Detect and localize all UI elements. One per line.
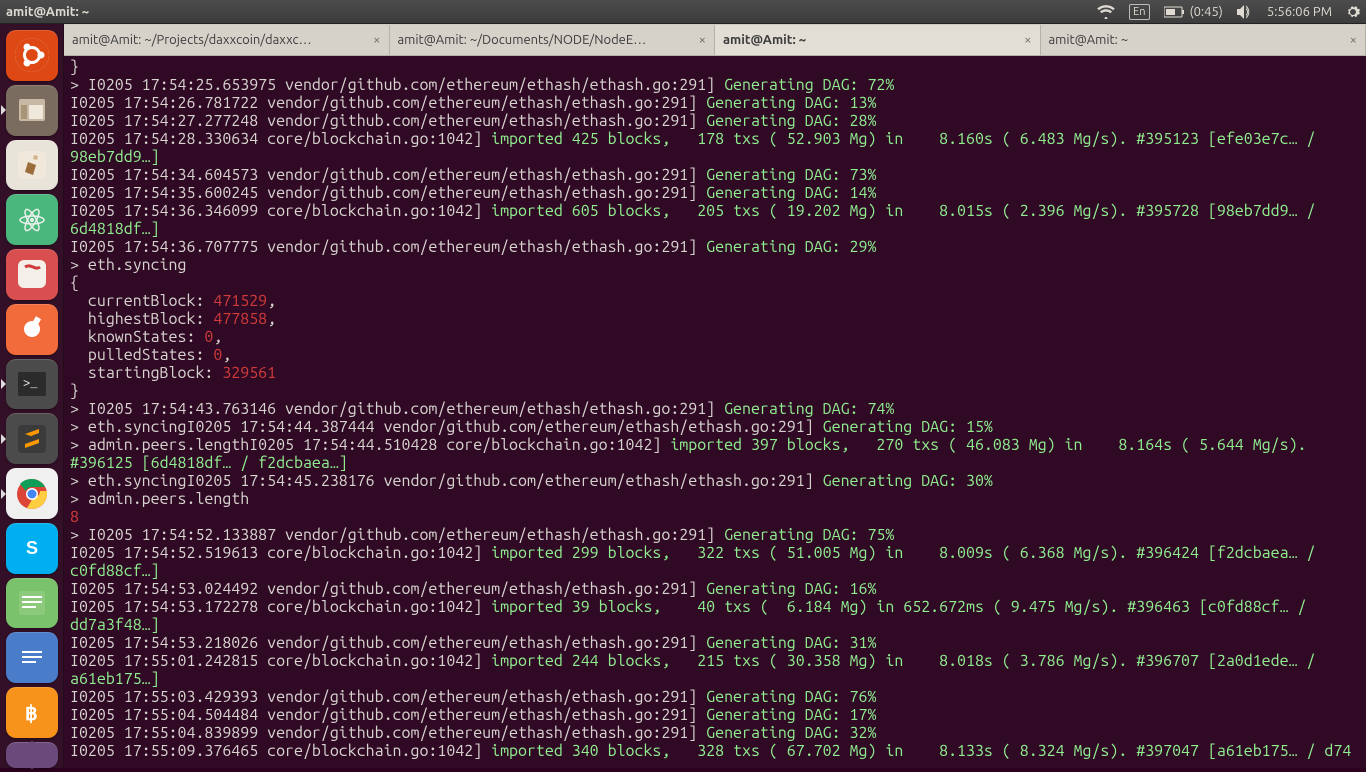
launcher-bitcoin[interactable]: ฿ [6,687,58,738]
svg-text:>_: >_ [23,377,38,391]
running-indicator-icon [1,434,6,444]
launcher-gedit[interactable] [6,140,58,191]
terminal-output[interactable]: } > I0205 17:54:25.653975 vendor/github.… [64,56,1366,768]
svg-text:฿: ฿ [25,703,38,725]
launcher-skype[interactable]: S [6,523,58,574]
settings-gear-icon[interactable] [1346,5,1360,19]
launcher-terminal[interactable]: >_ [6,359,58,410]
close-icon[interactable]: × [1350,33,1357,47]
terminal-tab-0[interactable]: amit@Amit: ~/Projects/daxxcoin/daxxc… × [64,25,390,55]
terminal-tab-3[interactable]: amit@Amit: ~ × [1041,25,1366,55]
launcher-postman[interactable] [6,304,58,355]
launcher-sublime[interactable] [6,413,58,464]
launcher-dev1[interactable] [6,742,58,768]
launcher-chrome[interactable] [6,468,58,519]
running-indicator-icon [1,105,6,115]
svg-text:S: S [26,538,38,558]
tab-label: amit@Amit: ~/Documents/NODE/NodeE… [398,33,693,47]
tab-label: amit@Amit: ~ [723,33,1018,47]
tab-label: amit@Amit: ~ [1049,33,1344,47]
close-icon[interactable]: × [1024,33,1031,47]
running-indicator-icon [1,379,6,389]
window-title: amit@Amit: ~ [6,5,1097,19]
clock[interactable]: 5:56:06 PM [1267,5,1332,19]
wifi-icon[interactable] [1097,5,1115,19]
close-icon[interactable]: × [699,33,706,47]
launcher-notes[interactable] [6,578,58,629]
launcher-files[interactable] [6,85,58,136]
terminal-tabstrip: amit@Amit: ~/Projects/daxxcoin/daxxc…×am… [64,24,1366,56]
launcher-dash[interactable] [6,30,58,81]
launcher-atom[interactable] [6,194,58,245]
launcher-reader[interactable] [6,249,58,300]
tab-label: amit@Amit: ~/Projects/daxxcoin/daxxc… [72,33,367,47]
terminal-window: amit@Amit: ~/Projects/daxxcoin/daxxc…×am… [64,24,1366,768]
launcher-dock: >_ S ฿ [0,24,64,768]
menubar: amit@Amit: ~ En (0:45) 5:56:06 PM [0,0,1366,24]
launcher-docs[interactable] [6,632,58,683]
battery-time: (0:45) [1190,5,1223,19]
terminal-tab-1[interactable]: amit@Amit: ~/Documents/NODE/NodeE… × [390,25,716,55]
keyboard-indicator[interactable]: En [1129,4,1149,20]
terminal-tab-2[interactable]: amit@Amit: ~ × [715,25,1041,55]
running-indicator-icon [1,489,6,499]
close-icon[interactable]: × [373,33,380,47]
battery-indicator[interactable]: (0:45) [1164,5,1223,19]
volume-icon[interactable] [1237,5,1253,19]
terminal-text: } > I0205 17:54:25.653975 vendor/github.… [70,58,1360,760]
